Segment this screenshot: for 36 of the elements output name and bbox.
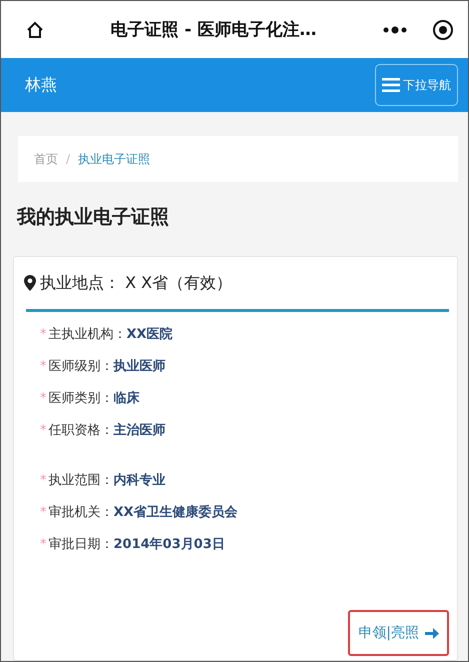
breadcrumb-link[interactable]: 首页	[34, 150, 58, 168]
field-value: 内科专业	[114, 472, 166, 489]
menu-icon	[382, 78, 400, 92]
field-label: 主执业机构：	[48, 326, 126, 343]
user-name: 林燕	[25, 74, 57, 96]
required-mark-text: *	[40, 536, 46, 552]
field-value: XX医院	[126, 326, 173, 343]
page-title: 我的执业电子证照	[17, 205, 170, 230]
required-mark-text: *	[40, 472, 46, 488]
field-value: 主治医师	[114, 422, 166, 439]
window-title: 电子证照 - 医师电子化注…	[110, 19, 318, 41]
required-mark-text: *	[40, 358, 46, 374]
field-label: 审批机关：	[48, 504, 114, 521]
field-label: 医师类别：	[48, 390, 114, 407]
field-label: 审批日期：	[48, 536, 114, 553]
menu-button[interactable]: 下拉导航	[375, 64, 458, 106]
field-value: 执业医师	[114, 358, 166, 375]
target-icon[interactable]	[432, 18, 454, 40]
claim-license-link[interactable]: 申领|亮照	[348, 610, 449, 656]
field-value: 2014年03月03日	[114, 536, 225, 553]
location-pin-icon	[24, 275, 36, 291]
required-mark-text: *	[40, 326, 46, 342]
field-label: 医师级别：	[48, 358, 114, 375]
location-text: 执业地点： X X省（有效）	[40, 272, 232, 294]
field-value: 临床	[114, 390, 140, 407]
field-value: XX省卫生健康委员会	[114, 504, 238, 521]
required-mark-text: *	[40, 422, 46, 438]
required-mark-text: *	[40, 504, 46, 520]
field-label: 执业范围：	[48, 472, 114, 489]
required-mark-text: *	[40, 390, 46, 406]
home-icon[interactable]	[25, 20, 45, 40]
more-icon[interactable]	[382, 26, 408, 34]
breadcrumb-separator: /	[66, 152, 70, 166]
field-label: 任职资格：	[48, 422, 114, 439]
arrow-right-icon	[425, 626, 439, 640]
breadcrumb-link[interactable]: 执业电子证照	[78, 150, 150, 168]
